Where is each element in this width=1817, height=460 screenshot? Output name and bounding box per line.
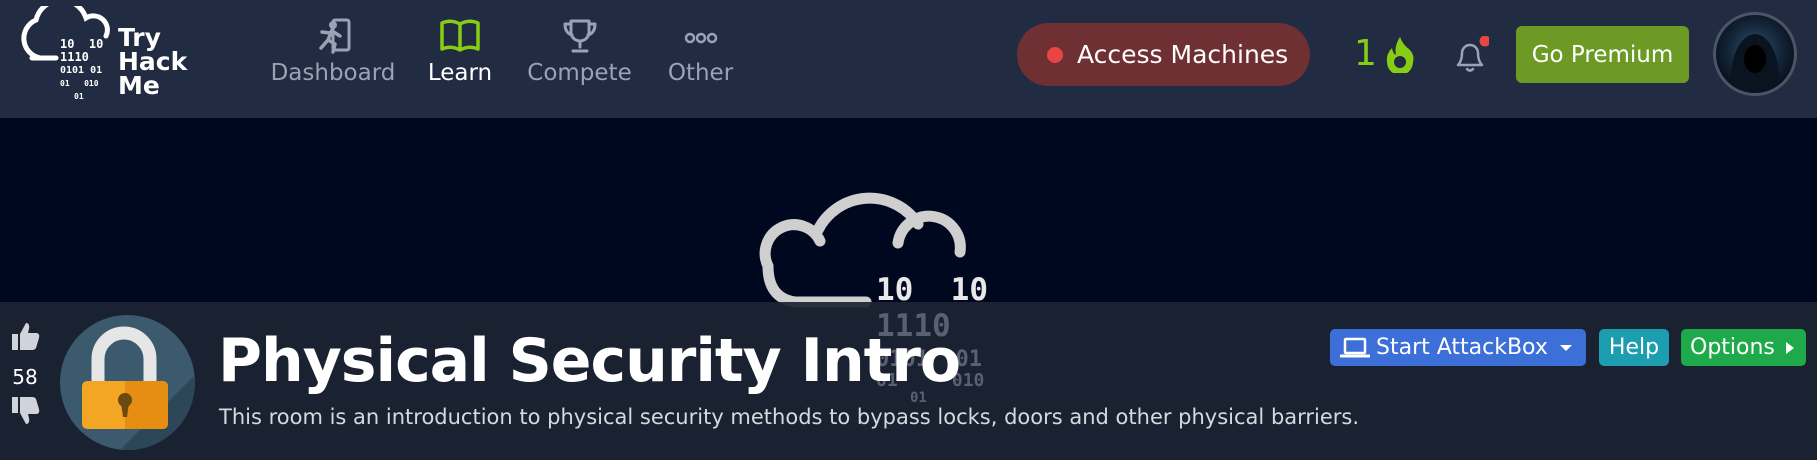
nav-learn-label: Learn <box>427 60 493 86</box>
go-premium-button[interactable]: Go Premium <box>1516 26 1689 83</box>
tryhackme-logo[interactable]: 10 10 1110 0101 01 01 010 01 Try Hack Me <box>18 6 198 106</box>
caret-right-icon <box>1785 341 1794 354</box>
access-machines-label: Access Machines <box>1077 40 1289 69</box>
options-label: Options <box>1690 335 1775 360</box>
open-book-icon <box>440 19 480 52</box>
notifications-button[interactable] <box>1449 35 1491 80</box>
top-navbar: 10 10 1110 0101 01 01 010 01 Try Hack Me Das… <box>0 0 1817 118</box>
caret-down-icon <box>1560 344 1572 351</box>
notification-badge <box>1479 35 1491 47</box>
hooded-figure-icon <box>1730 34 1780 93</box>
vote-panel: 58 <box>8 320 42 432</box>
more-dots-icon <box>684 32 717 44</box>
thumbs-up-icon[interactable] <box>9 320 41 352</box>
thumbs-down-icon[interactable] <box>9 395 41 427</box>
nav-other[interactable]: Other <box>658 14 743 94</box>
app-root: 10 10 1110 0101 01 01 010 01 Try Hack Me Das… <box>0 0 1817 460</box>
running-person-icon <box>319 18 351 54</box>
laptop-icon <box>1340 337 1370 357</box>
room-padlock-icon <box>60 315 195 450</box>
banner-binary-top: 10 10 <box>876 272 988 308</box>
nav-other-label: Other <box>667 60 734 86</box>
flame-icon <box>1386 36 1414 73</box>
start-attackbox-label: Start AttackBox <box>1376 335 1548 360</box>
nav-dashboard[interactable]: Dashboard <box>268 14 398 94</box>
nav-learn[interactable]: Learn <box>415 14 505 94</box>
logo-binary: 10 10 1110 0101 01 01 010 01 <box>60 37 104 102</box>
status-dot-icon <box>1047 46 1063 63</box>
start-attackbox-button[interactable]: Start AttackBox <box>1330 329 1586 366</box>
room-title: Physical Security Intro <box>218 326 961 396</box>
streak-count: 1 <box>1354 33 1377 74</box>
nav-dashboard-label: Dashboard <box>270 60 396 86</box>
nav-compete[interactable]: Compete <box>522 14 637 94</box>
streak-counter[interactable]: 1 <box>1354 33 1417 74</box>
logo-wordmark: Try Hack Me <box>118 23 188 100</box>
help-button[interactable]: Help <box>1599 329 1669 366</box>
access-machines-button[interactable]: Access Machines <box>1017 23 1310 86</box>
go-premium-label: Go Premium <box>1531 41 1674 68</box>
help-label: Help <box>1608 335 1660 360</box>
user-avatar[interactable] <box>1713 12 1797 96</box>
options-button[interactable]: Options <box>1681 329 1806 366</box>
nav-compete-label: Compete <box>527 60 632 86</box>
bell-icon <box>1456 35 1491 72</box>
attackbox-dropdown-toggle[interactable] <box>1546 329 1586 366</box>
vote-count: 58 <box>12 365 38 389</box>
trophy-icon <box>563 19 596 53</box>
room-description: This room is an introduction to physical… <box>219 405 1360 429</box>
